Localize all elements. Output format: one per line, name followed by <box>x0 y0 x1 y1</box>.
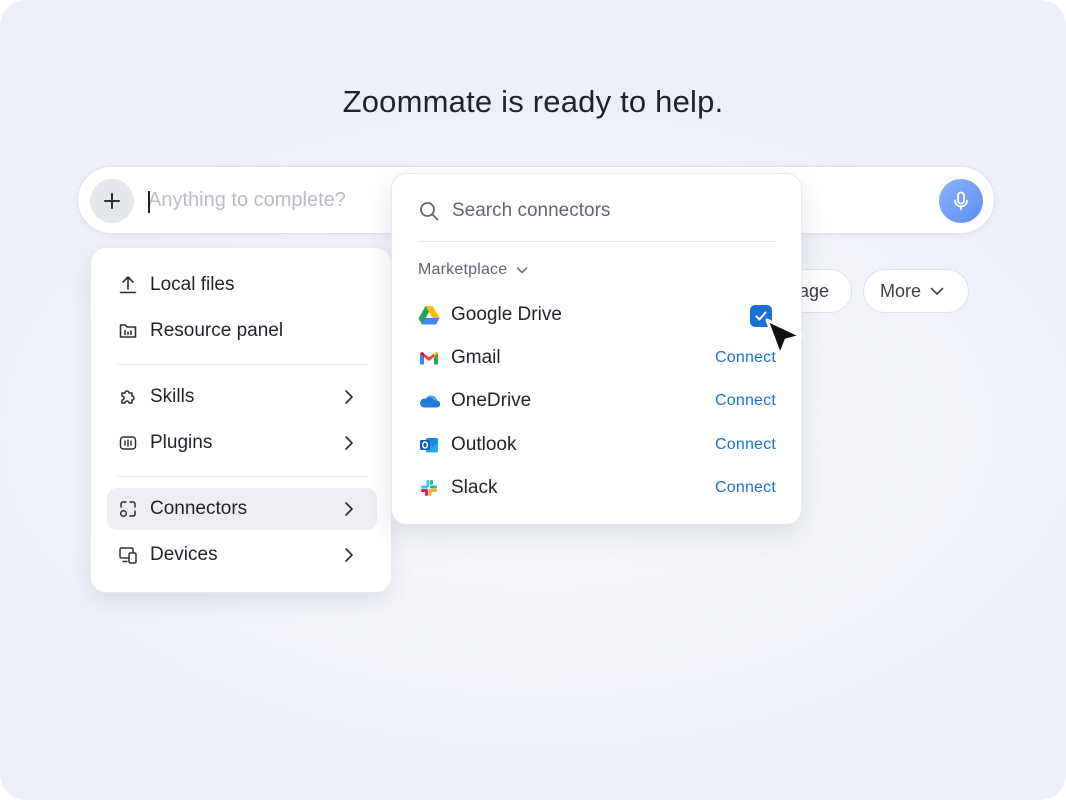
connector-name: Outlook <box>451 434 517 455</box>
outlook-logo-icon <box>418 434 440 456</box>
microphone-icon <box>954 191 968 211</box>
connector-search[interactable]: Search connectors <box>418 196 776 226</box>
onedrive-logo-icon <box>418 390 440 412</box>
menu-item-plugins[interactable]: Plugins <box>107 422 377 464</box>
puzzle-icon <box>117 386 139 408</box>
menu-item-local-files[interactable]: Local files <box>107 264 377 306</box>
search-input-placeholder[interactable]: Search connectors <box>452 200 610 222</box>
connector-name: Gmail <box>451 347 501 368</box>
connectors-panel: Search connectors Marketplace Google Dri… <box>391 173 802 525</box>
page-chip-label: age <box>799 280 830 301</box>
connector-row-outlook[interactable]: Outlook Connect <box>418 430 776 460</box>
page-title: Zoommate is ready to help. <box>342 84 724 119</box>
connector-row-google-drive[interactable]: Google Drive <box>418 300 776 330</box>
menu-item-connectors[interactable]: Connectors <box>107 488 377 530</box>
menu-item-label: Plugins <box>150 432 213 453</box>
mouse-cursor-icon <box>765 318 803 357</box>
chevron-right-icon <box>345 436 353 450</box>
chevron-down-icon <box>517 267 528 274</box>
menu-item-skills[interactable]: Skills <box>107 376 377 418</box>
menu-item-resource-panel[interactable]: Resource panel <box>107 310 377 352</box>
connect-link[interactable]: Connect <box>715 392 776 410</box>
menu-item-label: Devices <box>150 544 218 565</box>
text-caret <box>148 191 150 213</box>
menu-item-label: Connectors <box>150 498 248 519</box>
more-chip[interactable]: More <box>863 269 969 313</box>
chat-input-placeholder[interactable]: Anything to complete? <box>148 189 346 212</box>
folder-icon <box>117 320 139 342</box>
chevron-down-icon <box>930 287 944 295</box>
section-label: Marketplace <box>418 261 508 278</box>
panel-divider <box>418 241 776 242</box>
connector-name: Google Drive <box>451 304 562 325</box>
connect-link[interactable]: Connect <box>715 479 776 497</box>
plus-icon <box>104 193 120 209</box>
connector-row-onedrive[interactable]: OneDrive Connect <box>418 386 776 416</box>
add-menu: Local files Resource panel Skills Plugin… <box>90 247 392 593</box>
connect-link[interactable]: Connect <box>715 436 776 454</box>
menu-item-devices[interactable]: Devices <box>107 534 377 576</box>
more-chip-label: More <box>880 280 922 301</box>
connector-row-gmail[interactable]: Gmail Connect <box>418 343 776 373</box>
chevron-right-icon <box>345 502 353 516</box>
menu-divider <box>117 476 367 477</box>
connector-name: OneDrive <box>451 390 532 411</box>
menu-item-label: Resource panel <box>150 320 284 341</box>
devices-icon <box>117 544 139 566</box>
connector-name: Slack <box>451 477 498 498</box>
menu-item-label: Local files <box>150 274 235 295</box>
voice-input-button[interactable] <box>939 179 983 223</box>
connectors-icon <box>117 498 139 520</box>
chevron-right-icon <box>345 390 353 404</box>
chevron-right-icon <box>345 548 353 562</box>
marketplace-section-toggle[interactable]: Marketplace <box>418 261 529 279</box>
upload-icon <box>117 274 139 296</box>
menu-item-label: Skills <box>150 386 195 407</box>
plugin-icon <box>117 432 139 454</box>
menu-divider <box>117 364 367 365</box>
google-drive-logo-icon <box>418 304 440 326</box>
search-icon <box>420 202 439 221</box>
add-button[interactable] <box>90 179 134 223</box>
slack-logo-icon <box>418 477 440 499</box>
connector-row-slack[interactable]: Slack Connect <box>418 473 776 503</box>
gmail-logo-icon <box>418 347 440 369</box>
app-canvas: Zoommate is ready to help. Anything to c… <box>0 0 1066 800</box>
